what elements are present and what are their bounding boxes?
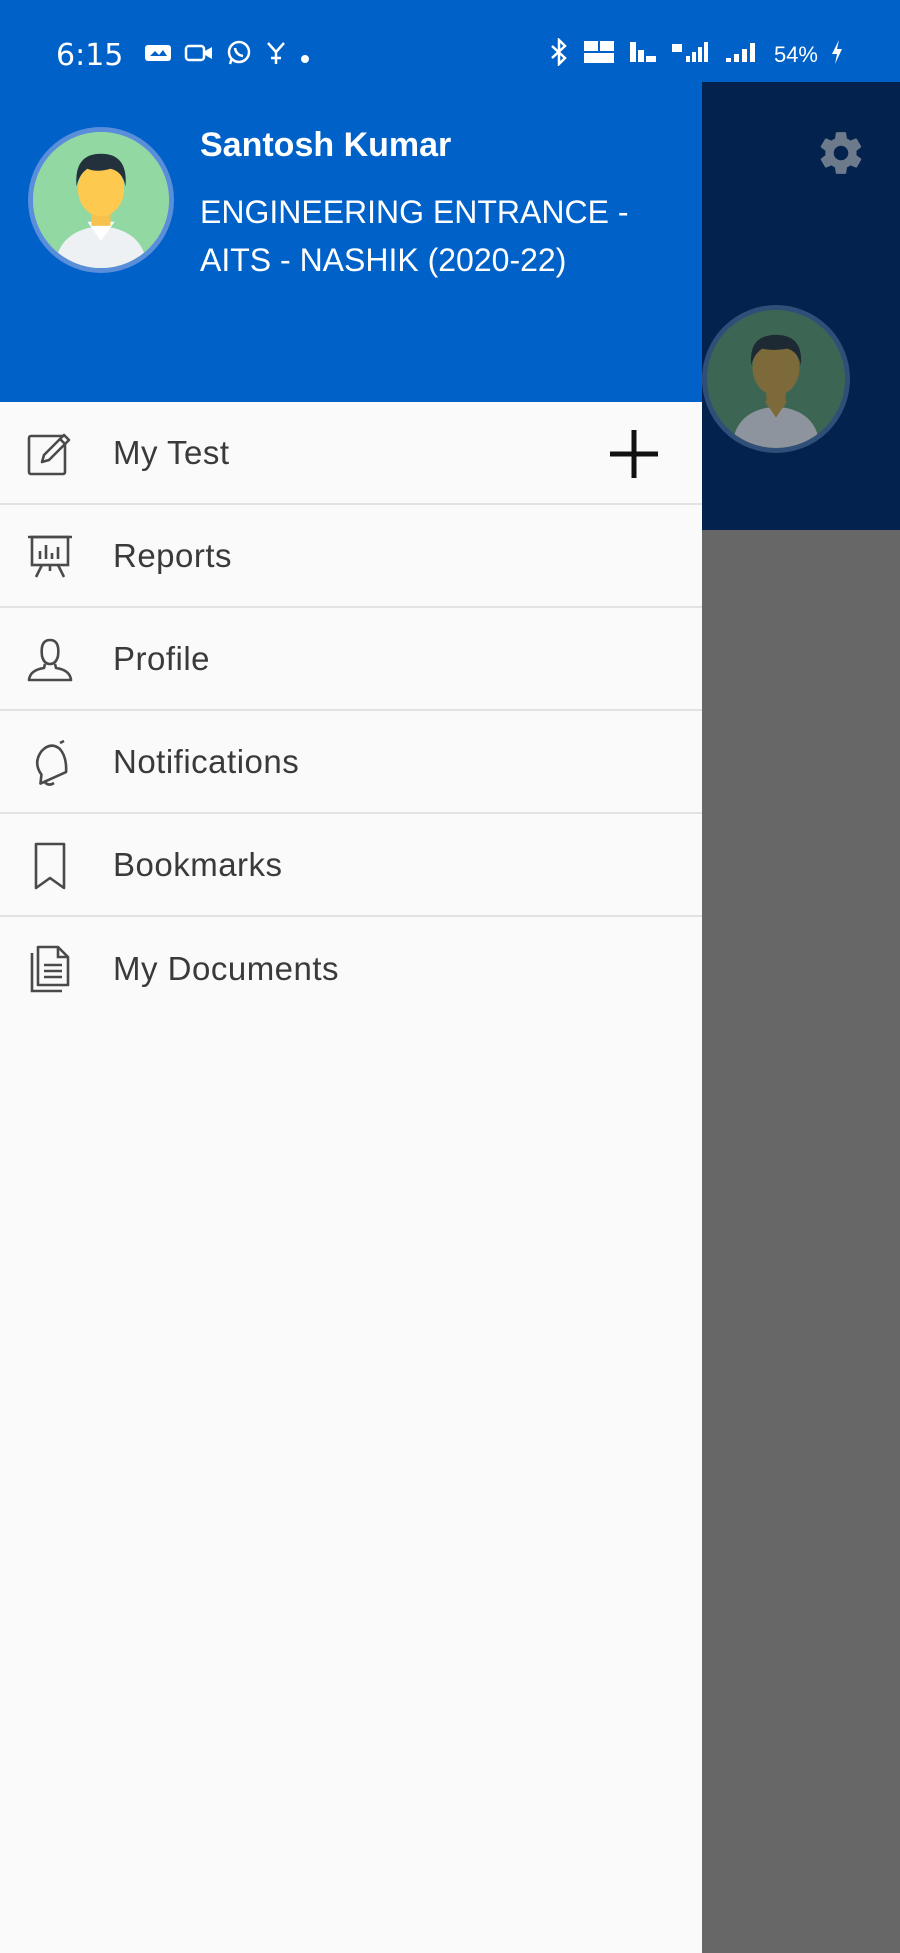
document-icon [24, 943, 76, 995]
menu-item-my-documents[interactable]: My Documents [0, 917, 702, 1020]
settings-gear-icon[interactable] [816, 128, 866, 178]
signal-1-icon [670, 38, 710, 72]
menu-item-bookmarks[interactable]: Bookmarks [0, 814, 702, 917]
battery-level: 54% [773, 42, 818, 67]
drawer-menu: My Test Reports Profile Notifications Bo… [0, 402, 702, 1020]
user-name: Santosh Kumar [200, 126, 452, 164]
menu-item-label: Profile [113, 639, 211, 677]
menu-item-label: Bookmarks [113, 845, 283, 883]
menu-item-reports[interactable]: Reports [0, 505, 702, 608]
user-icon [24, 634, 76, 686]
notification-icons [144, 40, 310, 73]
system-icons: 54% [548, 36, 844, 72]
signal-2-icon [722, 38, 762, 72]
menu-item-label: My Documents [113, 949, 340, 987]
whatsapp-icon [226, 40, 252, 73]
user-course: ENGINEERING ENTRANCE - AITS - NASHIK (20… [200, 194, 629, 278]
menu-item-label: Notifications [113, 742, 300, 780]
menu-item-my-test[interactable]: My Test [0, 402, 702, 505]
data-speed-icon [582, 38, 616, 72]
status-bar: 6:15 54% [0, 0, 900, 82]
video-call-icon [184, 42, 214, 71]
menu-item-notifications[interactable]: Notifications [0, 711, 702, 814]
bluetooth-icon [548, 36, 570, 72]
bell-icon [24, 737, 76, 789]
status-time: 6:15 [56, 38, 124, 73]
edit-icon [24, 428, 76, 480]
charging-icon [830, 39, 844, 71]
background-avatar [702, 305, 850, 453]
volte-icon [628, 38, 658, 72]
cloud-icon [144, 42, 172, 71]
menu-item-label: My Test [113, 433, 230, 471]
menu-item-label: Reports [113, 536, 233, 574]
spark-icon [264, 40, 288, 73]
avatar[interactable] [28, 127, 174, 273]
menu-item-profile[interactable]: Profile [0, 608, 702, 711]
dot-icon [300, 43, 310, 71]
navigation-drawer: Santosh Kumar ENGINEERING ENTRANCE - AIT… [0, 0, 702, 1953]
presentation-chart-icon [24, 531, 76, 583]
add-test-button[interactable] [604, 424, 664, 484]
bookmark-icon [24, 840, 76, 892]
